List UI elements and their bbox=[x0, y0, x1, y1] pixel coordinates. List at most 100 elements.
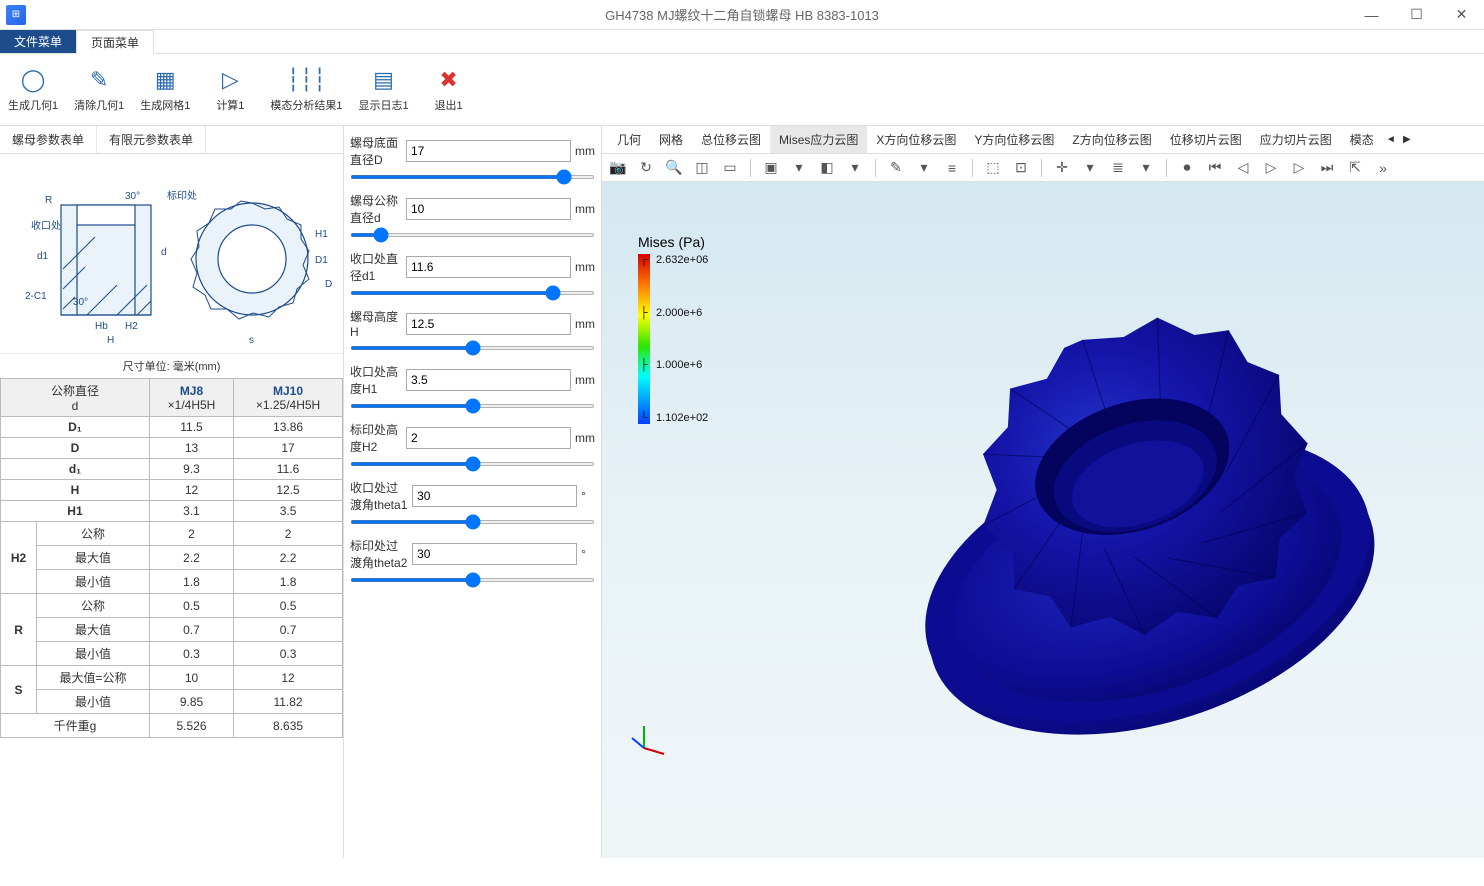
left-subtabs: 螺母参数表单 有限元参数表单 bbox=[0, 126, 343, 154]
tab-nut-params[interactable]: 螺母参数表单 bbox=[0, 126, 97, 153]
result-tab-2[interactable]: 总位移云图 bbox=[692, 126, 770, 153]
viewer-3d[interactable]: Mises (Pa) ┌2.632e+06 ├2.000e+6 ├1.000e+… bbox=[602, 182, 1484, 858]
result-tab-8[interactable]: 应力切片云图 bbox=[1251, 126, 1341, 153]
param-slider[interactable] bbox=[350, 578, 595, 582]
tab-nav-icon[interactable]: ▶ bbox=[1399, 126, 1415, 153]
prev-icon[interactable]: ◁ bbox=[1233, 158, 1253, 178]
skip-end-icon[interactable]: ⏭ bbox=[1317, 158, 1337, 178]
param-input[interactable] bbox=[406, 256, 571, 278]
param-label: 标印处过渡角theta2 bbox=[350, 537, 408, 571]
svg-text:s: s bbox=[249, 335, 254, 346]
tab-fe-params[interactable]: 有限元参数表单 bbox=[97, 126, 206, 153]
param-input[interactable] bbox=[406, 369, 571, 391]
minimize-button[interactable]: — bbox=[1349, 0, 1394, 30]
toolbar-separator bbox=[1041, 159, 1042, 177]
ribbon-label: 模态分析结果1 bbox=[270, 97, 342, 113]
param-slider[interactable] bbox=[350, 346, 595, 350]
camera-icon[interactable]: 📷 bbox=[608, 158, 628, 178]
result-tab-6[interactable]: Z方向位移云图 bbox=[1063, 126, 1160, 153]
zoom-icon[interactable]: 🔍 bbox=[664, 158, 684, 178]
ribbon-label: 计算1 bbox=[216, 97, 244, 113]
svg-text:收口处: 收口处 bbox=[31, 219, 61, 232]
table-row: d₁9.311.6 bbox=[1, 459, 343, 480]
chev-icon[interactable]: ▾ bbox=[789, 158, 809, 178]
table-row: D1317 bbox=[1, 438, 343, 459]
result-tab-4[interactable]: X方向位移云图 bbox=[867, 126, 965, 153]
ribbon-生成几何1[interactable]: ◯生成几何1 bbox=[8, 66, 58, 113]
cube-view-icon[interactable]: ▣ bbox=[761, 158, 781, 178]
svg-text:H2: H2 bbox=[125, 321, 138, 332]
select-window-icon[interactable]: ⬚ bbox=[983, 158, 1003, 178]
more-icon[interactable]: » bbox=[1373, 158, 1393, 178]
svg-text:H1: H1 bbox=[315, 229, 328, 240]
axis-triad-icon bbox=[630, 718, 670, 758]
camera-rec-icon[interactable]: ⏺ bbox=[1177, 158, 1197, 178]
param-input[interactable] bbox=[406, 427, 571, 449]
select-box-icon[interactable]: ◫ bbox=[692, 158, 712, 178]
skip-start-icon[interactable]: ⏮ bbox=[1205, 158, 1225, 178]
ribbon-label: 生成几何1 bbox=[8, 97, 58, 113]
svg-text:R: R bbox=[45, 195, 52, 206]
param-unit: mm bbox=[575, 202, 595, 216]
param-label: 收口处高度H1 bbox=[350, 363, 402, 397]
table-row: 千件重g5.5268.635 bbox=[1, 714, 343, 738]
chev-icon[interactable]: ▾ bbox=[1080, 158, 1100, 178]
result-tab-7[interactable]: 位移切片云图 bbox=[1161, 126, 1251, 153]
param-slider[interactable] bbox=[350, 175, 595, 179]
refresh-icon[interactable]: ↻ bbox=[636, 158, 656, 178]
ribbon-模态分析结果1[interactable]: ┆┆┆ 模态分析结果1 bbox=[270, 66, 342, 113]
page-menu-tab[interactable]: 页面菜单 bbox=[77, 30, 154, 54]
chev-icon[interactable]: ▾ bbox=[1136, 158, 1156, 178]
ribbon-显示日志1[interactable]: ▤显示日志1 bbox=[359, 66, 409, 113]
close-button[interactable]: ✕ bbox=[1439, 0, 1484, 30]
param-slider[interactable] bbox=[350, 520, 595, 524]
param-slider[interactable] bbox=[350, 404, 595, 408]
param-7: 标印处过渡角theta2 ° bbox=[350, 537, 595, 585]
result-tab-3[interactable]: Mises应力云图 bbox=[770, 126, 867, 153]
toolbar-separator bbox=[972, 159, 973, 177]
table-row: 最小值1.81.8 bbox=[1, 570, 343, 594]
export-icon[interactable]: ⇱ bbox=[1345, 158, 1365, 178]
chev-icon[interactable]: ▾ bbox=[914, 158, 934, 178]
wand-icon[interactable]: ✎ bbox=[886, 158, 906, 178]
highlight-icon[interactable]: ≡ bbox=[942, 158, 962, 178]
param-input[interactable] bbox=[412, 543, 577, 565]
result-tab-0[interactable]: 几何 bbox=[608, 126, 650, 153]
ruler-icon[interactable]: ▭ bbox=[720, 158, 740, 178]
ribbon-icon: ┆┆┆ bbox=[292, 66, 320, 94]
ribbon-生成网格1[interactable]: ▦生成网格1 bbox=[140, 66, 190, 113]
ribbon-退出1[interactable]: ✖退出1 bbox=[425, 66, 473, 113]
table-row: H13.13.5 bbox=[1, 501, 343, 522]
param-input[interactable] bbox=[406, 140, 571, 162]
file-menu-tab[interactable]: 文件菜单 bbox=[0, 30, 77, 53]
param-label: 螺母高度H bbox=[350, 308, 402, 339]
next-icon[interactable]: ▷ bbox=[1289, 158, 1309, 178]
ribbon-计算1[interactable]: ▷计算1 bbox=[206, 66, 254, 113]
param-label: 收口处过渡角theta1 bbox=[350, 479, 408, 513]
param-slider[interactable] bbox=[350, 291, 595, 295]
param-6: 收口处过渡角theta1 ° bbox=[350, 479, 595, 527]
nut-3d-model bbox=[882, 262, 1422, 802]
axis-icon[interactable]: ✛ bbox=[1052, 158, 1072, 178]
svg-text:30°: 30° bbox=[73, 297, 88, 308]
param-slider[interactable] bbox=[350, 462, 595, 466]
fit-icon[interactable]: ⊡ bbox=[1011, 158, 1031, 178]
result-tab-9[interactable]: 模态 bbox=[1341, 126, 1383, 153]
svg-text:2-C1: 2-C1 bbox=[25, 291, 47, 302]
play-icon[interactable]: ▷ bbox=[1261, 158, 1281, 178]
diagram-caption: 尺寸单位: 毫米(mm) bbox=[0, 354, 343, 378]
maximize-button[interactable]: ☐ bbox=[1394, 0, 1439, 30]
result-tab-1[interactable]: 网格 bbox=[650, 126, 692, 153]
ribbon-label: 清除几何1 bbox=[74, 97, 124, 113]
param-input[interactable] bbox=[412, 485, 577, 507]
chev-icon[interactable]: ▾ bbox=[845, 158, 865, 178]
window-title: GH4738 MJ螺纹十二角自锁螺母 HB 8383-1013 bbox=[605, 5, 879, 24]
param-input[interactable] bbox=[406, 313, 571, 335]
param-slider[interactable] bbox=[350, 233, 595, 237]
param-input[interactable] bbox=[406, 198, 571, 220]
ribbon-清除几何1[interactable]: ✎清除几何1 bbox=[74, 66, 124, 113]
tab-nav-icon[interactable]: ◄ bbox=[1383, 126, 1399, 153]
layers-icon[interactable]: ≣ bbox=[1108, 158, 1128, 178]
result-tab-5[interactable]: Y方向位移云图 bbox=[965, 126, 1063, 153]
cube-transparent-icon[interactable]: ◧ bbox=[817, 158, 837, 178]
